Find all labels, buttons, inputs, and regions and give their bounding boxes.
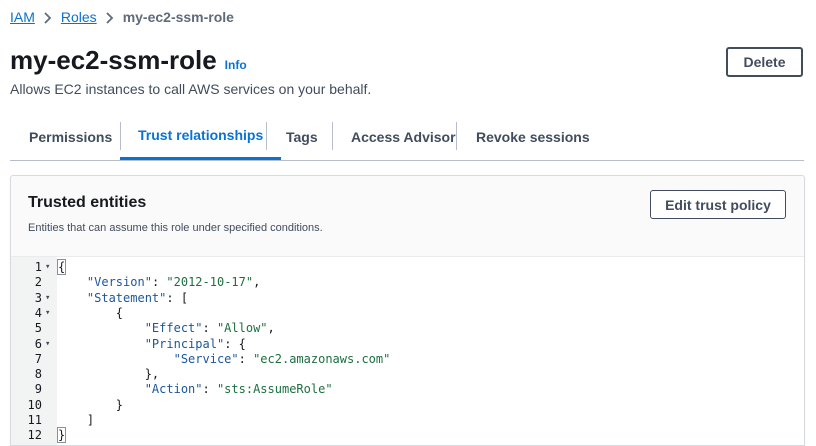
code-line: 5 "Effect": "Allow", (11, 321, 804, 336)
json-punctuation: , (253, 275, 261, 290)
line-number: 4 (34, 305, 42, 320)
json-punctuation: { (115, 305, 124, 320)
chevron-right-icon (35, 9, 61, 25)
page-description: Allows EC2 instances to call AWS service… (10, 81, 372, 97)
code-line: 2 "Version": "2012-10-17", (11, 275, 804, 290)
tab-access-advisor[interactable]: Access Advisor (351, 113, 456, 160)
json-string: "Allow" (216, 321, 268, 336)
code-text: "Version": "2012-10-17", (58, 275, 260, 290)
json-punctuation: : (202, 321, 217, 336)
delete-button[interactable]: Delete (726, 47, 803, 77)
json-string: "ec2.amazonaws.com" (253, 351, 391, 366)
line-number: 6 (34, 336, 42, 351)
page-title-row: my-ec2-ssm-role Info (10, 44, 247, 81)
json-punctuation: : (238, 351, 254, 366)
line-number: 8 (34, 367, 42, 382)
policy-code-editor[interactable]: 1 ▾{2 "Version": "2012-10-17", 3 ▾ "Stateme… (11, 256, 804, 445)
line-number: 9 (34, 382, 42, 397)
code-line: 3 ▾ "Statement": [ (11, 290, 804, 306)
info-link[interactable]: Info (225, 49, 247, 81)
json-key: "Statement" (86, 290, 167, 305)
line-number: 5 (34, 321, 42, 336)
line-number: 3 (34, 290, 42, 305)
fold-caret-down-icon[interactable]: ▾ (45, 260, 50, 275)
json-string: "sts:AssumeRole" (216, 382, 333, 397)
code-text: }, (58, 367, 159, 382)
code-text: "Service": "ec2.amazonaws.com" (58, 351, 391, 367)
code-line: 11 ] (11, 413, 804, 428)
code-text: "Action": "sts:AssumeRole" (58, 382, 333, 397)
code-line: 7 "Service": "ec2.amazonaws.com" (11, 351, 804, 367)
json-punctuation: , (267, 321, 275, 336)
code-line: 12} (11, 427, 804, 444)
code-line: 4 ▾ { (11, 305, 804, 321)
code-text: } (58, 398, 123, 413)
json-key: "Version" (86, 275, 152, 290)
code-text: ] (58, 413, 94, 428)
json-punctuation: : { (224, 336, 246, 351)
line-number: 12 (27, 428, 42, 443)
line-number: 2 (34, 275, 42, 290)
code-text: } (56, 427, 67, 444)
code-text: "Principal": { (58, 337, 246, 352)
code-line: 6 ▾ "Principal": { (11, 336, 804, 352)
line-number: 10 (27, 397, 42, 412)
breadcrumb-current: my-ec2-ssm-role (122, 9, 234, 25)
code-text: { (58, 306, 123, 321)
tab-permissions[interactable]: Permissions (29, 113, 112, 160)
json-punctuation: } (115, 397, 124, 412)
breadcrumb: IAM Roles my-ec2-ssm-role (10, 7, 234, 27)
json-punctuation: }, (144, 367, 160, 382)
json-punctuation: : (202, 382, 217, 397)
line-number: 11 (27, 413, 42, 427)
tab-divider (456, 122, 457, 150)
panel-description: Entities that can assume this role under… (28, 222, 323, 234)
json-punctuation: { (56, 259, 67, 275)
tab-revoke-sessions[interactable]: Revoke sessions (476, 113, 590, 160)
chevron-right-icon (97, 9, 123, 25)
json-punctuation: : [ (166, 290, 189, 305)
breadcrumb-roles-link[interactable]: Roles (61, 9, 97, 25)
page-title: my-ec2-ssm-role (10, 45, 217, 75)
json-punctuation: : (151, 275, 167, 290)
tab-tags[interactable]: Tags (286, 113, 318, 160)
trusted-entities-panel: Trusted entities Entities that can assum… (10, 175, 805, 446)
json-string: "2012-10-17" (166, 275, 254, 290)
tab-bar: Permissions Trust relationships Tags Acc… (10, 113, 804, 161)
tab-divider (266, 122, 267, 150)
tab-trust-relationships[interactable]: Trust relationships (120, 113, 282, 160)
fold-caret-down-icon[interactable]: ▾ (45, 291, 50, 306)
code-text: "Statement": [ (58, 291, 188, 306)
json-key: "Principal" (144, 336, 225, 351)
fold-caret-down-icon[interactable]: ▾ (45, 337, 50, 352)
fold-caret-down-icon[interactable]: ▾ (45, 306, 50, 321)
line-number: 1 (34, 260, 42, 274)
code-line: 1 ▾ { (11, 259, 804, 275)
panel-title: Trusted entities (28, 194, 147, 211)
code-line: 10 } (11, 397, 804, 413)
code-text: { (56, 259, 67, 275)
breadcrumb-iam-link[interactable]: IAM (10, 9, 35, 25)
json-punctuation: } (56, 427, 67, 444)
json-key: "Service" (173, 351, 239, 366)
json-key: "Effect" (144, 321, 203, 336)
json-key: "Action" (144, 382, 203, 397)
code-text: "Effect": "Allow", (58, 321, 275, 336)
json-punctuation: ] (86, 413, 95, 427)
code-line: 9 "Action": "sts:AssumeRole" (11, 382, 804, 397)
edit-trust-policy-button[interactable]: Edit trust policy (650, 190, 786, 219)
tab-divider (332, 122, 333, 150)
line-number: 7 (34, 351, 42, 366)
code-line: 8 }, (11, 367, 804, 382)
